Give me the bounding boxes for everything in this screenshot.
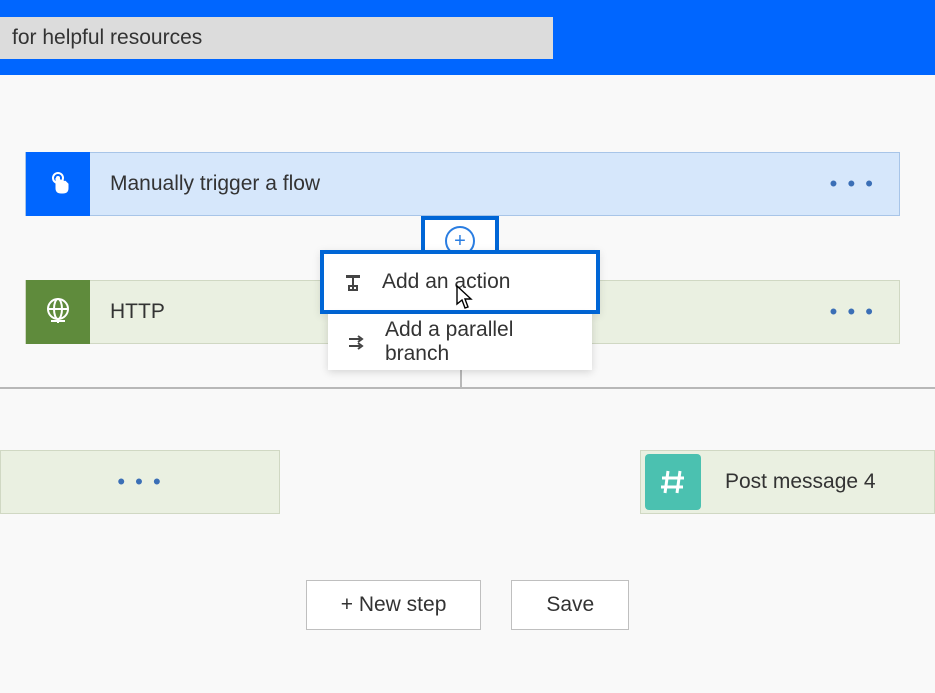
more-menu-icon[interactable]: • • • <box>830 171 899 197</box>
menu-add-parallel-branch[interactable]: Add a parallel branch <box>328 314 592 370</box>
insert-step-popup: Add an action Add a parallel branch <box>320 250 600 370</box>
save-button[interactable]: Save <box>511 580 629 630</box>
footer-actions: + New step Save <box>0 580 935 630</box>
header-bar <box>0 0 935 75</box>
search-input[interactable] <box>0 17 553 59</box>
add-action-icon <box>342 272 364 292</box>
step-title: Manually trigger a flow <box>90 172 830 196</box>
more-menu-icon[interactable]: • • • <box>117 469 162 495</box>
menu-item-label: Add a parallel branch <box>385 318 574 366</box>
touch-icon <box>26 152 90 216</box>
step-title: Post message 4 <box>705 470 934 494</box>
new-step-button[interactable]: + New step <box>306 580 482 630</box>
step-post-message[interactable]: Post message 4 <box>640 450 935 514</box>
step-trigger[interactable]: Manually trigger a flow • • • <box>25 152 900 216</box>
globe-icon <box>26 280 90 344</box>
more-menu-icon[interactable]: • • • <box>830 299 899 325</box>
menu-add-action[interactable]: Add an action <box>324 254 596 310</box>
step-branch-left[interactable]: • • • <box>0 450 280 514</box>
hash-icon <box>645 454 701 510</box>
parallel-branch-icon <box>346 332 367 352</box>
connector-line <box>0 387 935 389</box>
menu-item-label: Add an action <box>382 270 510 294</box>
